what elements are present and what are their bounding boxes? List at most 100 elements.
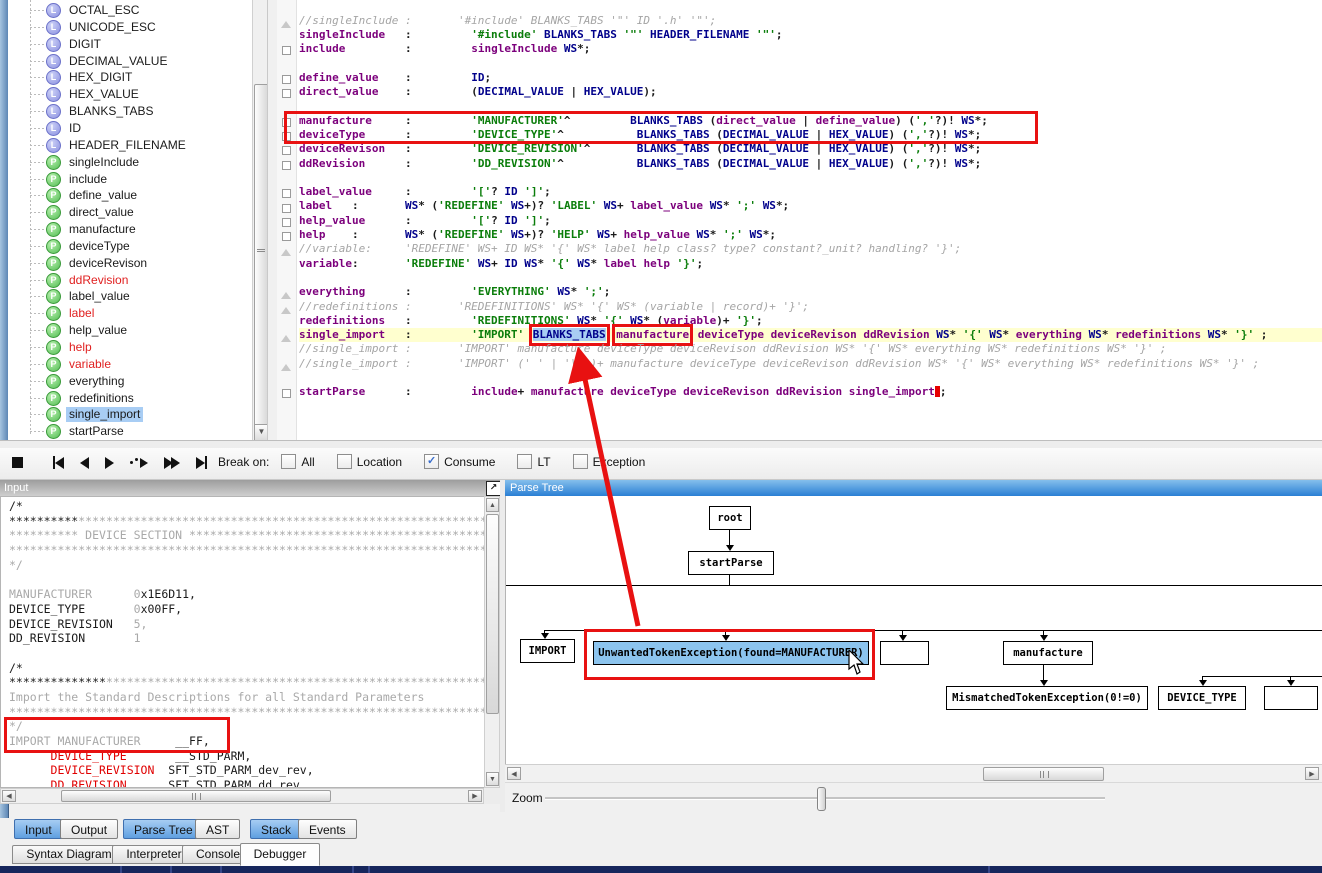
fold-marker-icon[interactable]: [282, 46, 291, 56]
grammar-source-code[interactable]: HEADER_FILENAME : ID '.h';//singleInclud…: [299, 0, 1322, 400]
input-line: DEVICE_REVISION SFT_STD_PARM_dev_rev,: [50, 763, 314, 778]
sidebar-item-startParse[interactable]: PstartParse: [8, 423, 252, 440]
toggle-button-input[interactable]: Input: [14, 819, 63, 839]
fold-marker-icon[interactable]: [282, 203, 291, 213]
fold-marker-icon[interactable]: [282, 74, 291, 84]
tree-node-mismatched[interactable]: MismatchedTokenException(0!=0): [946, 686, 1148, 710]
fold-region-icon[interactable]: [281, 244, 291, 257]
grammar-rules-tree[interactable]: L OCTAL_ESC L UNICODE_ESC L DIGIT L DECIMAL_VAL…: [8, 0, 252, 440]
sidebar-scrollbar[interactable]: ▼: [252, 0, 269, 441]
sidebar-item-ddRevision[interactable]: PddRevision: [8, 272, 252, 289]
sidebar-item-DECIMAL_VALUE[interactable]: L DECIMAL_VALUE: [8, 53, 252, 70]
detach-panel-icon[interactable]: ↗: [486, 481, 501, 496]
sidebar-item-label[interactable]: Plabel: [8, 305, 252, 322]
checkbox-location[interactable]: [336, 454, 352, 469]
fold-marker-icon[interactable]: [282, 217, 291, 227]
sidebar-item-ID[interactable]: L ID: [8, 120, 252, 137]
sidebar-item-BLANKS_TABS[interactable]: L BLANKS_TABS: [8, 103, 252, 120]
input-line: */: [9, 557, 23, 572]
parse-tree-canvas[interactable]: root startParse IMPORT UnwantedTokenExcepti…: [505, 496, 1322, 764]
input-vertical-scrollbar[interactable]: ▲ ▼: [484, 496, 500, 788]
fold-region-icon[interactable]: [281, 359, 291, 371]
sidebar-item-define_value[interactable]: Pdefine_value: [8, 187, 252, 204]
scroll-down-icon[interactable]: ▼: [486, 772, 499, 786]
fast-forward-icon[interactable]: [164, 456, 180, 469]
checkbox-all[interactable]: [281, 454, 297, 469]
sidebar-item-deviceRevison[interactable]: PdeviceRevison: [8, 255, 252, 272]
parse-tree-horizontal-scrollbar[interactable]: ◀ ▶: [505, 764, 1322, 783]
fold-region-icon[interactable]: [281, 287, 291, 300]
sidebar-item-DIGIT[interactable]: L DIGIT: [8, 36, 252, 53]
fold-marker-icon[interactable]: [282, 232, 291, 242]
scroll-left-icon[interactable]: ◀: [2, 790, 16, 802]
sidebar-item-manufacture[interactable]: Pmanufacture: [8, 221, 252, 238]
sidebar-item-HEX_VALUE[interactable]: L HEX_VALUE: [8, 86, 252, 103]
step-backward-icon[interactable]: [80, 456, 89, 469]
sidebar-item-HEADER_FILENAME[interactable]: L HEADER_FILENAME: [8, 137, 252, 154]
checkbox-consume[interactable]: ✓: [424, 454, 440, 469]
sidebar-item-deviceType[interactable]: PdeviceType: [8, 238, 252, 255]
toggle-button-parse-tree[interactable]: Parse Tree: [123, 819, 204, 839]
zoom-slider-thumb[interactable]: [817, 787, 826, 811]
code-line: label : WS* ('REDEFINE' WS+)? 'LABEL' WS…: [299, 199, 790, 213]
checkbox-exception[interactable]: [572, 454, 588, 469]
windows-taskbar[interactable]: [0, 866, 1322, 873]
code-line: label_value : '['? ID ']';: [299, 185, 551, 199]
toggle-button-output[interactable]: Output: [60, 819, 119, 839]
input-horizontal-scrollbar[interactable]: ◀ ▶: [0, 788, 484, 804]
fold-marker-icon[interactable]: [282, 117, 291, 127]
sidebar-item-direct_value[interactable]: Pdirect_value: [8, 204, 252, 221]
stop-icon[interactable]: [12, 457, 23, 468]
scroll-right-icon[interactable]: ▶: [468, 790, 482, 802]
tree-node-manufacture[interactable]: manufacture: [1003, 641, 1093, 665]
fold-region-icon[interactable]: [281, 302, 291, 314]
scroll-up-icon[interactable]: ▲: [486, 498, 499, 512]
tree-node-exception[interactable]: UnwantedTokenException(found=MANUFACTURE…: [593, 641, 869, 665]
step-forward-icon[interactable]: [105, 456, 114, 469]
tab-syntax-diagram[interactable]: Syntax Diagram: [12, 845, 126, 864]
fold-region-icon[interactable]: [281, 330, 291, 343]
editor-fold-gutter[interactable]: [277, 0, 297, 440]
fold-marker-icon[interactable]: [282, 146, 291, 156]
input-panel[interactable]: /* **************************************…: [0, 496, 484, 788]
fold-region-icon[interactable]: [281, 16, 291, 28]
tree-node-empty2[interactable]: [1264, 686, 1318, 710]
scroll-right-icon[interactable]: ▶: [1305, 767, 1319, 780]
sidebar-item-OCTAL_ESC[interactable]: L OCTAL_ESC: [8, 2, 252, 19]
sidebar-item-UNICODE_ESC[interactable]: L UNICODE_ESC: [8, 19, 252, 36]
sidebar-item-single_import[interactable]: Psingle_import: [8, 406, 252, 423]
tree-node-DEVICE_TYPE[interactable]: DEVICE_TYPE: [1158, 686, 1246, 710]
sidebar-item-variable[interactable]: Pvariable: [8, 356, 252, 373]
fold-marker-icon[interactable]: [282, 132, 291, 141]
sidebar-item-label_value[interactable]: Plabel_value: [8, 288, 252, 305]
tree-node-empty1[interactable]: [880, 641, 929, 665]
sidebar-item-redefinitions[interactable]: Predefinitions: [8, 390, 252, 407]
sidebar-item-help_value[interactable]: Phelp_value: [8, 322, 252, 339]
grammar-editor[interactable]: HEADER_FILENAME : ID '.h';//singleInclud…: [277, 0, 1322, 440]
sidebar-item-help[interactable]: Phelp: [8, 339, 252, 356]
fold-marker-icon[interactable]: [282, 89, 291, 99]
input-hscroll-thumb[interactable]: [61, 790, 331, 802]
toggle-button-ast[interactable]: AST: [195, 819, 241, 839]
fold-marker-icon[interactable]: [282, 389, 291, 399]
fold-marker-icon[interactable]: [282, 189, 291, 199]
toggle-button-events[interactable]: Events: [298, 819, 357, 839]
pt-hscroll-thumb[interactable]: [983, 767, 1104, 781]
toggle-button-stack[interactable]: Stack: [250, 819, 303, 839]
input-vscroll-thumb[interactable]: [486, 514, 499, 714]
sidebar-item-include[interactable]: Pinclude: [8, 171, 252, 188]
tree-node-startParse[interactable]: startParse: [688, 551, 774, 575]
scroll-left-icon[interactable]: ◀: [507, 767, 521, 780]
fold-marker-icon[interactable]: [282, 160, 291, 170]
rule-label: include: [69, 171, 108, 186]
sidebar-item-everything[interactable]: Peverything: [8, 373, 252, 390]
tree-node-root[interactable]: root: [709, 506, 751, 530]
step-over-icon[interactable]: [130, 457, 148, 468]
checkbox-lt[interactable]: [517, 454, 533, 469]
sidebar-item-singleInclude[interactable]: PsingleInclude: [8, 154, 252, 171]
go-to-start-icon[interactable]: [53, 456, 64, 469]
go-to-end-icon[interactable]: [196, 456, 207, 469]
sidebar-item-HEX_DIGIT[interactable]: L HEX_DIGIT: [8, 69, 252, 86]
tab-debugger[interactable]: Debugger: [240, 843, 320, 866]
tree-node-IMPORT[interactable]: IMPORT: [520, 639, 575, 663]
